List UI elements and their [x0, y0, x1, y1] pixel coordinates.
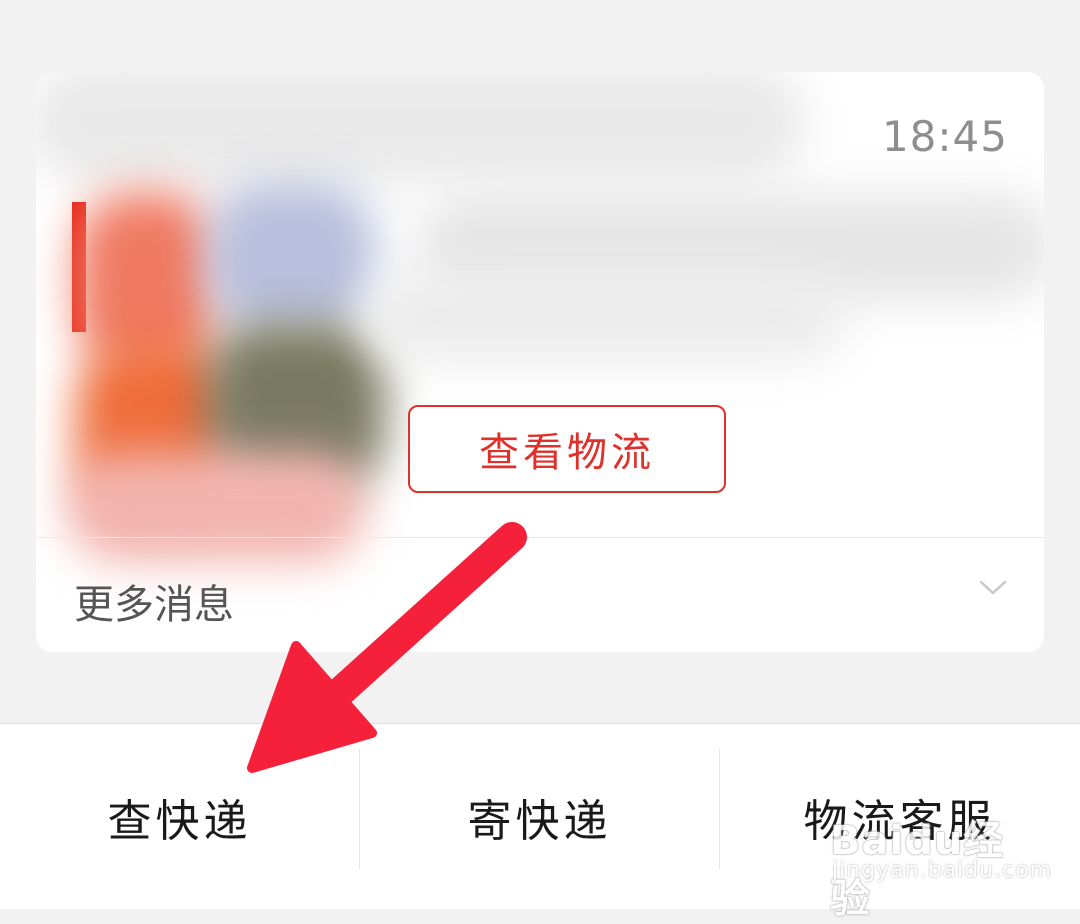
blurred-thumbnail: [206, 182, 376, 332]
blurred-message-text: [366, 272, 846, 362]
watermark-url: jingyan.baidu.com: [832, 858, 1053, 883]
top-strip: [0, 0, 1080, 8]
more-messages-row[interactable]: 更多消息: [36, 538, 1044, 652]
more-messages-label: 更多消息: [74, 582, 234, 628]
message-card: 18:45 查看物流 更多消息: [36, 72, 1044, 652]
chevron-down-icon[interactable]: [978, 578, 1008, 598]
tab-send-express[interactable]: 寄快递: [360, 724, 719, 909]
blurred-header: [36, 72, 806, 182]
tab-check-express[interactable]: 查快递: [0, 724, 359, 909]
message-time: 18:45: [881, 112, 1008, 161]
watermark: Baidu经验 jingyan.baidu.com: [822, 808, 1051, 922]
view-logistics-button[interactable]: 查看物流: [408, 405, 726, 493]
